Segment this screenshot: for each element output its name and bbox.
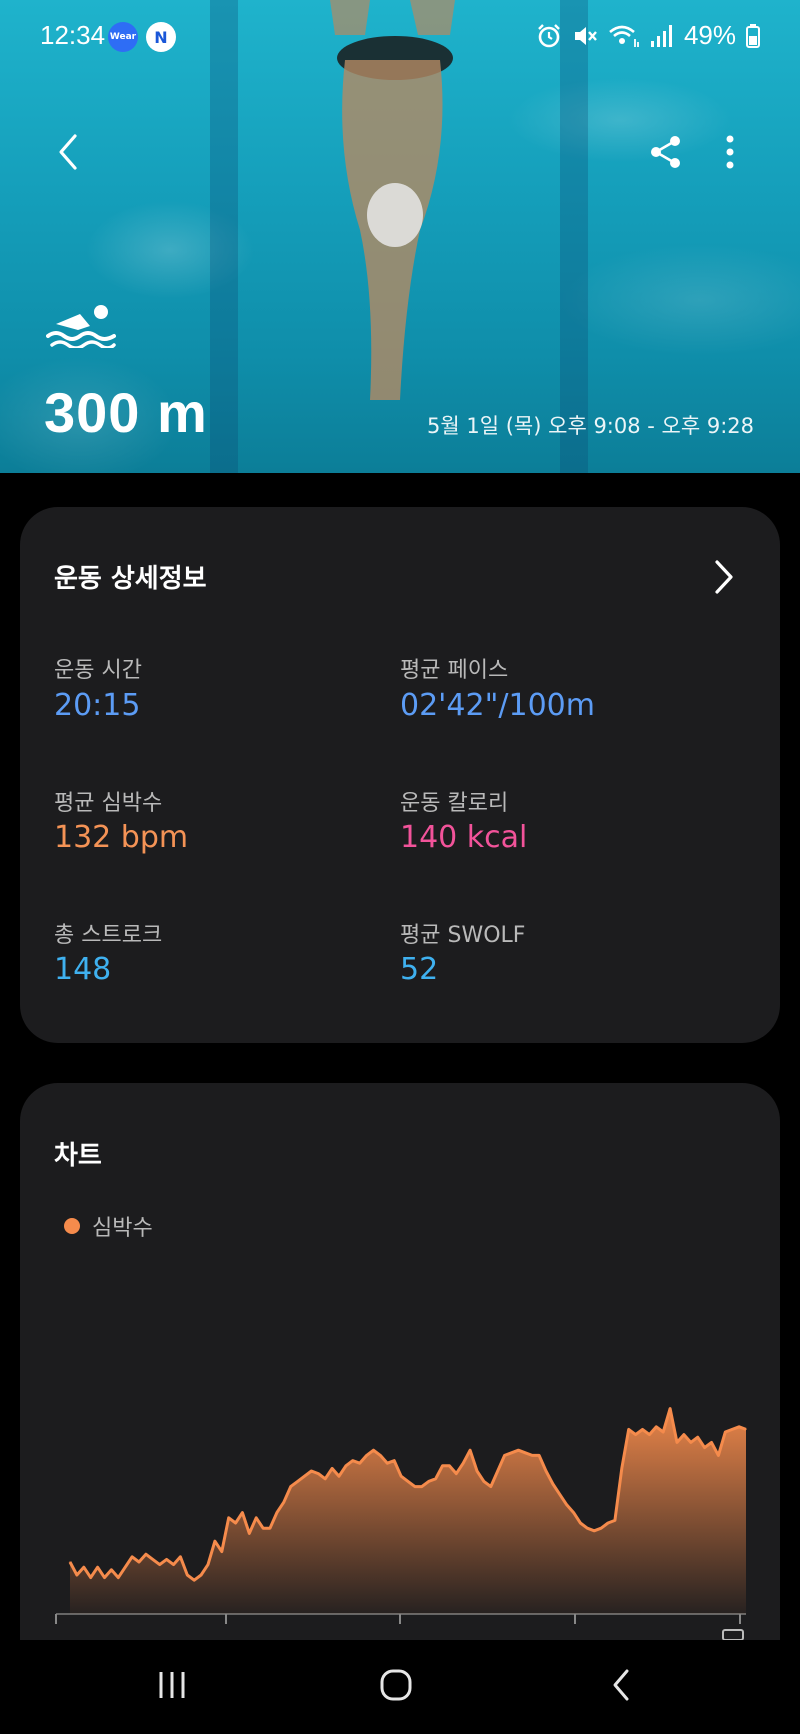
stat-value-total-strokes: 148 — [54, 952, 112, 987]
stat-label-avg-pace: 평균 페이스 — [400, 658, 509, 683]
chevron-left-icon — [59, 134, 77, 170]
home-icon — [380, 1669, 412, 1701]
session-time-range: 5월 1일 (목) 오후 9:08 - 오후 9:28 — [427, 414, 754, 438]
system-navigation-bar — [0, 1640, 800, 1734]
share-icon — [651, 136, 680, 168]
mute-icon — [574, 26, 597, 45]
stat-value-avg-swolf: 52 — [400, 952, 439, 987]
battery-icon — [746, 23, 760, 48]
battery-percent: 49% — [683, 20, 736, 50]
share-button[interactable] — [642, 128, 690, 176]
stat-label-total-strokes: 총 스트로크 — [54, 923, 163, 948]
naver-app-icon: N — [146, 22, 176, 52]
more-vertical-icon — [726, 135, 734, 169]
signal-icon — [650, 24, 672, 47]
stat-value-avg-heart-rate: 132 bpm — [54, 820, 189, 855]
recents-icon — [159, 1672, 185, 1698]
stat-label-avg-heart-rate: 평균 심박수 — [54, 791, 163, 816]
wear-app-icon: Wear — [108, 22, 138, 52]
back-button[interactable] — [44, 128, 92, 176]
status-bar: 12:34 Wear N 49% — [0, 0, 800, 72]
details-more-button[interactable] — [706, 556, 742, 598]
legend-dot — [64, 1218, 80, 1234]
wifi-icon — [609, 25, 639, 47]
legend-label-heart-rate: 심박수 — [92, 1216, 153, 1241]
stat-label-duration: 운동 시간 — [54, 658, 142, 683]
details-title: 운동 상세정보 — [54, 564, 207, 594]
swimming-icon — [46, 305, 116, 348]
stat-label-calories: 운동 칼로리 — [400, 791, 509, 816]
chevron-right-icon — [715, 560, 733, 594]
back-icon — [613, 1669, 629, 1701]
stat-value-duration: 20:15 — [54, 688, 141, 723]
stat-value-avg-pace: 02'42"/100m — [400, 688, 595, 723]
recents-button[interactable] — [142, 1658, 202, 1712]
chart-title: 차트 — [54, 1141, 102, 1171]
home-button[interactable] — [366, 1658, 426, 1712]
stat-value-calories: 140 kcal — [400, 820, 528, 855]
chart-card — [20, 1083, 780, 1734]
more-options-button[interactable] — [706, 128, 754, 176]
status-time: 12:34 — [40, 20, 106, 50]
distance-value: 300 m — [44, 381, 208, 444]
alarm-icon — [538, 23, 560, 47]
system-back-button[interactable] — [592, 1658, 652, 1712]
stat-label-avg-swolf: 평균 SWOLF — [400, 923, 526, 948]
